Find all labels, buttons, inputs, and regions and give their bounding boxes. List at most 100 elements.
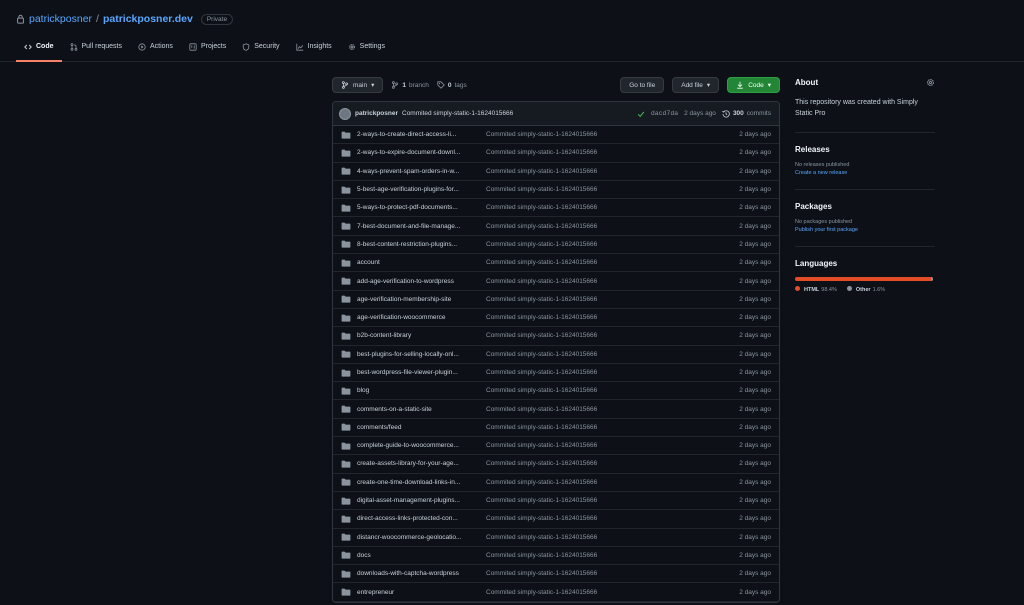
commit-author[interactable]: patrickposner [355, 110, 398, 117]
file-commit-message[interactable]: Commited simply-static-1-1624015666 [486, 223, 686, 230]
language-html[interactable]: HTML 98.4% [795, 286, 837, 293]
file-row[interactable]: direct-access-links-protected-con... Comm… [333, 510, 779, 529]
file-name-link[interactable]: create-one-time-download-links-in... [357, 479, 480, 486]
file-row[interactable]: digital-asset-management-plugins... Commi… [333, 492, 779, 511]
file-commit-message[interactable]: Commited simply-static-1-1624015666 [486, 424, 686, 431]
repo-name-link[interactable]: patrickposner.dev [103, 13, 193, 25]
file-commit-message[interactable]: Commited simply-static-1-1624015666 [486, 168, 686, 175]
file-name-link[interactable]: best-wordpress-file-viewer-plugin... [357, 369, 480, 376]
file-name-link[interactable]: direct-access-links-protected-con... [357, 515, 480, 522]
file-row[interactable]: docs Commited simply-static-1-1624015666 2… [333, 547, 779, 566]
file-name-link[interactable]: best-plugins-for-selling-locally-onl... [357, 351, 480, 358]
commit-sha[interactable]: dacd7da [651, 110, 678, 117]
tags-link[interactable]: 0 tags [437, 81, 467, 89]
file-commit-message[interactable]: Commited simply-static-1-1624015666 [486, 332, 686, 339]
file-row[interactable]: b2b-content-library Commited simply-stati… [333, 327, 779, 346]
file-commit-message[interactable]: Commited simply-static-1-1624015666 [486, 387, 686, 394]
file-commit-message[interactable]: Commited simply-static-1-1624015666 [486, 497, 686, 504]
file-row[interactable]: blog Commited simply-static-1-1624015666 2… [333, 382, 779, 401]
file-row[interactable]: 5-best-age-verification-plugins-for... Co… [333, 181, 779, 200]
tab-code[interactable]: Code [16, 40, 62, 62]
file-commit-message[interactable]: Commited simply-static-1-1624015666 [486, 314, 686, 321]
file-commit-message[interactable]: Commited simply-static-1-1624015666 [486, 259, 686, 266]
file-row[interactable]: downloads-with-captcha-wordpress Commited… [333, 565, 779, 584]
file-name-link[interactable]: create-assets-library-for-your-age... [357, 460, 480, 467]
commits-link[interactable]: 300 commits [722, 109, 771, 118]
file-name-link[interactable]: 5-best-age-verification-plugins-for... [357, 186, 480, 193]
file-name-link[interactable]: comments/feed [357, 424, 480, 431]
file-name-link[interactable]: age-verification-membership-site [357, 296, 480, 303]
file-commit-message[interactable]: Commited simply-static-1-1624015666 [486, 204, 686, 211]
file-row[interactable]: account Commited simply-static-1-16240156… [333, 254, 779, 273]
file-name-link[interactable]: 5-ways-to-protect-pdf-documents... [357, 204, 480, 211]
releases-title[interactable]: Releases [795, 145, 935, 154]
file-row[interactable]: 2-ways-to-expire-document-downl... Commit… [333, 144, 779, 163]
go-to-file-button[interactable]: Go to file [620, 77, 665, 93]
file-name-link[interactable]: entrepreneur [357, 589, 480, 596]
file-name-link[interactable]: complete-guide-to-woocommerce... [357, 442, 480, 449]
file-row[interactable]: 2-ways-to-create-direct-access-li... Comm… [333, 126, 779, 145]
file-commit-message[interactable]: Commited simply-static-1-1624015666 [486, 406, 686, 413]
commit-message[interactable]: Commited simply-static-1-1624015666 [402, 110, 513, 117]
file-row[interactable]: 4-ways-prevent-spam-orders-in-w... Commit… [333, 163, 779, 181]
file-name-link[interactable]: blog [357, 387, 480, 394]
file-name-link[interactable]: digital-asset-management-plugins... [357, 497, 480, 504]
file-row[interactable]: age-verification-membership-site Commited… [333, 291, 779, 309]
file-commit-message[interactable]: Commited simply-static-1-1624015666 [486, 534, 686, 541]
language-other[interactable]: Other 1.6% [846, 286, 885, 293]
file-row[interactable]: add-age-verification-to-wordpress Commite… [333, 272, 779, 291]
file-name-link[interactable]: 2-ways-to-create-direct-access-li... [357, 131, 480, 138]
file-name-link[interactable]: comments-on-a-static-site [357, 406, 480, 413]
tab-security[interactable]: Security [234, 40, 287, 62]
file-name-link[interactable]: add-age-verification-to-wordpress [357, 278, 480, 285]
file-row[interactable]: create-one-time-download-links-in... Comm… [333, 474, 779, 492]
file-row[interactable]: comments/feed Commited simply-static-1-16… [333, 419, 779, 438]
file-commit-message[interactable]: Commited simply-static-1-1624015666 [486, 460, 686, 467]
file-name-link[interactable]: b2b-content-library [357, 332, 480, 339]
file-name-link[interactable]: 2-ways-to-expire-document-downl... [357, 149, 480, 156]
file-commit-message[interactable]: Commited simply-static-1-1624015666 [486, 186, 686, 193]
gear-icon[interactable] [926, 78, 935, 87]
file-name-link[interactable]: docs [357, 552, 480, 559]
file-commit-message[interactable]: Commited simply-static-1-1624015666 [486, 515, 686, 522]
code-button[interactable]: Code ▾ [727, 77, 780, 93]
file-row[interactable]: best-plugins-for-selling-locally-onl... C… [333, 346, 779, 364]
file-row[interactable]: 7-best-document-and-file-manage... Commit… [333, 217, 779, 236]
file-commit-message[interactable]: Commited simply-static-1-1624015666 [486, 149, 686, 156]
file-commit-message[interactable]: Commited simply-static-1-1624015666 [486, 552, 686, 559]
file-commit-message[interactable]: Commited simply-static-1-1624015666 [486, 369, 686, 376]
file-commit-message[interactable]: Commited simply-static-1-1624015666 [486, 589, 686, 596]
file-commit-message[interactable]: Commited simply-static-1-1624015666 [486, 296, 686, 303]
file-commit-message[interactable]: Commited simply-static-1-1624015666 [486, 570, 686, 577]
file-name-link[interactable]: distancr-woocommerce-geolocatio... [357, 534, 480, 541]
file-name-link[interactable]: 7-best-document-and-file-manage... [357, 223, 480, 230]
file-row[interactable]: complete-guide-to-woocommerce... Commited… [333, 437, 779, 456]
file-commit-message[interactable]: Commited simply-static-1-1624015666 [486, 479, 686, 486]
tab-insights[interactable]: Insights [288, 40, 340, 62]
create-release-link[interactable]: Create a new release [795, 170, 935, 176]
file-commit-message[interactable]: Commited simply-static-1-1624015666 [486, 351, 686, 358]
tab-pull-requests[interactable]: Pull requests [62, 40, 130, 62]
tab-actions[interactable]: Actions [130, 40, 181, 62]
repo-owner-link[interactable]: patrickposner [29, 13, 92, 25]
add-file-button[interactable]: Add file ▾ [672, 77, 720, 93]
publish-package-link[interactable]: Publish your first package [795, 227, 935, 233]
file-commit-message[interactable]: Commited simply-static-1-1624015666 [486, 278, 686, 285]
tab-projects[interactable]: Projects [181, 40, 234, 62]
file-name-link[interactable]: age-verification-woocommerce [357, 314, 480, 321]
file-name-link[interactable]: 4-ways-prevent-spam-orders-in-w... [357, 168, 480, 175]
file-commit-message[interactable]: Commited simply-static-1-1624015666 [486, 131, 686, 138]
file-row[interactable]: comments-on-a-static-site Commited simply… [333, 400, 779, 419]
file-row[interactable]: age-verification-woocommerce Commited sim… [333, 309, 779, 328]
branch-select-button[interactable]: main ▾ [332, 77, 384, 93]
avatar[interactable] [339, 107, 351, 120]
file-row[interactable]: 5-ways-to-protect-pdf-documents... Commit… [333, 199, 779, 218]
packages-title[interactable]: Packages [795, 202, 935, 211]
file-row[interactable]: create-assets-library-for-your-age... Com… [333, 455, 779, 474]
file-name-link[interactable]: account [357, 259, 480, 266]
file-commit-message[interactable]: Commited simply-static-1-1624015666 [486, 241, 686, 248]
branches-link[interactable]: 1 branch [391, 81, 429, 89]
file-name-link[interactable]: downloads-with-captcha-wordpress [357, 570, 480, 577]
file-row[interactable]: 8-best-content-restriction-plugins... Com… [333, 236, 779, 255]
file-commit-message[interactable]: Commited simply-static-1-1624015666 [486, 442, 686, 449]
